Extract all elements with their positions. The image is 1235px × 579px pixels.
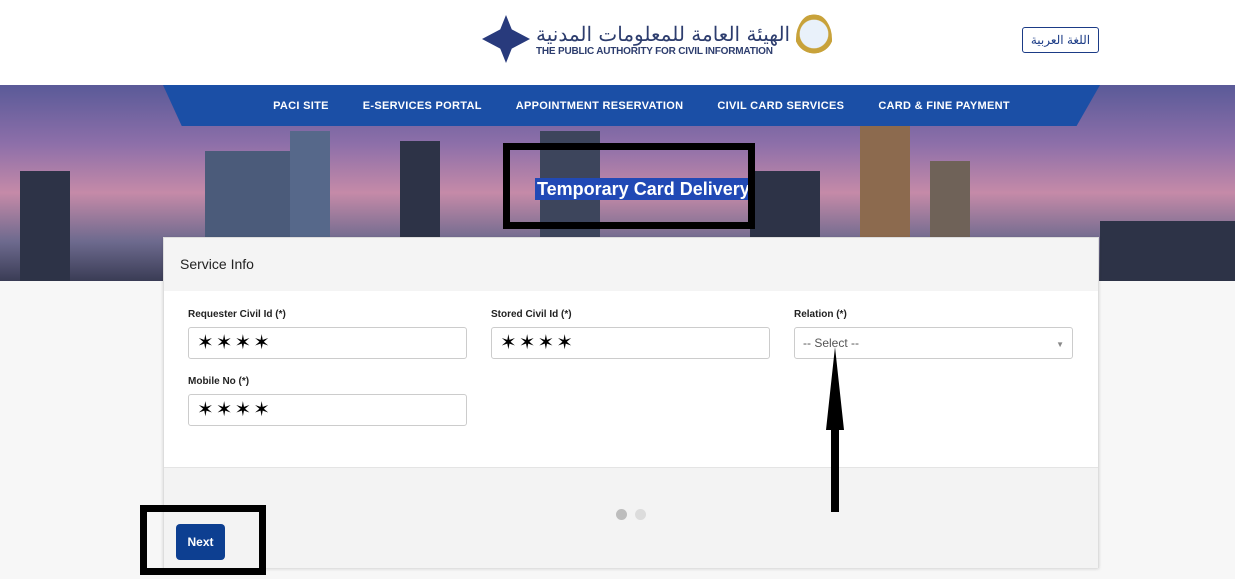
- kuwait-emblem-icon: [796, 14, 833, 64]
- card-footer: [164, 467, 1098, 568]
- paci-star-icon: [482, 15, 530, 63]
- logo-english-text: THE PUBLIC AUTHORITY FOR CIVIL INFORMATI…: [536, 45, 773, 57]
- section-title: Service Info: [164, 238, 1098, 291]
- stored-civil-id-input[interactable]: ✶✶✶✶: [491, 327, 770, 359]
- nav-card-fine-payment[interactable]: CARD & FINE PAYMENT: [878, 100, 1010, 112]
- nav-appointment-reservation[interactable]: APPOINTMENT RESERVATION: [516, 100, 684, 112]
- nav-civil-card-services[interactable]: CIVIL CARD SERVICES: [717, 100, 844, 112]
- pager-dot[interactable]: [635, 509, 646, 520]
- nav-paci-site[interactable]: PACI SITE: [273, 100, 329, 112]
- stored-civil-id-label: Stored Civil Id (*): [491, 309, 572, 320]
- main-nav: PACI SITE E-SERVICES PORTAL APPOINTMENT …: [163, 85, 1100, 126]
- mobile-no-input[interactable]: ✶✶✶✶: [188, 394, 467, 426]
- arabic-language-button[interactable]: اللغة العربية: [1022, 27, 1099, 53]
- header: الهيئة العامة للمعلومات المدنية THE PUBL…: [0, 0, 1235, 85]
- pager-dot-active[interactable]: [616, 509, 627, 520]
- annotation-arrow-icon: [826, 347, 844, 512]
- nav-e-services-portal[interactable]: E-SERVICES PORTAL: [363, 100, 482, 112]
- annotation-box-next: [140, 505, 266, 575]
- relation-label: Relation (*): [794, 309, 847, 320]
- annotation-box-title: [503, 143, 755, 229]
- caret-down-icon: ▼: [1056, 340, 1064, 349]
- requester-civil-id-label: Requester Civil Id (*): [188, 309, 286, 320]
- requester-civil-id-input[interactable]: ✶✶✶✶: [188, 327, 467, 359]
- mobile-no-label: Mobile No (*): [188, 376, 250, 387]
- logo-arabic-text: الهيئة العامة للمعلومات المدنية: [536, 21, 791, 46]
- paci-logo[interactable]: الهيئة العامة للمعلومات المدنية THE PUBL…: [482, 14, 833, 64]
- service-info-card: Service Info Requester Civil Id (*) ✶✶✶✶…: [163, 237, 1099, 568]
